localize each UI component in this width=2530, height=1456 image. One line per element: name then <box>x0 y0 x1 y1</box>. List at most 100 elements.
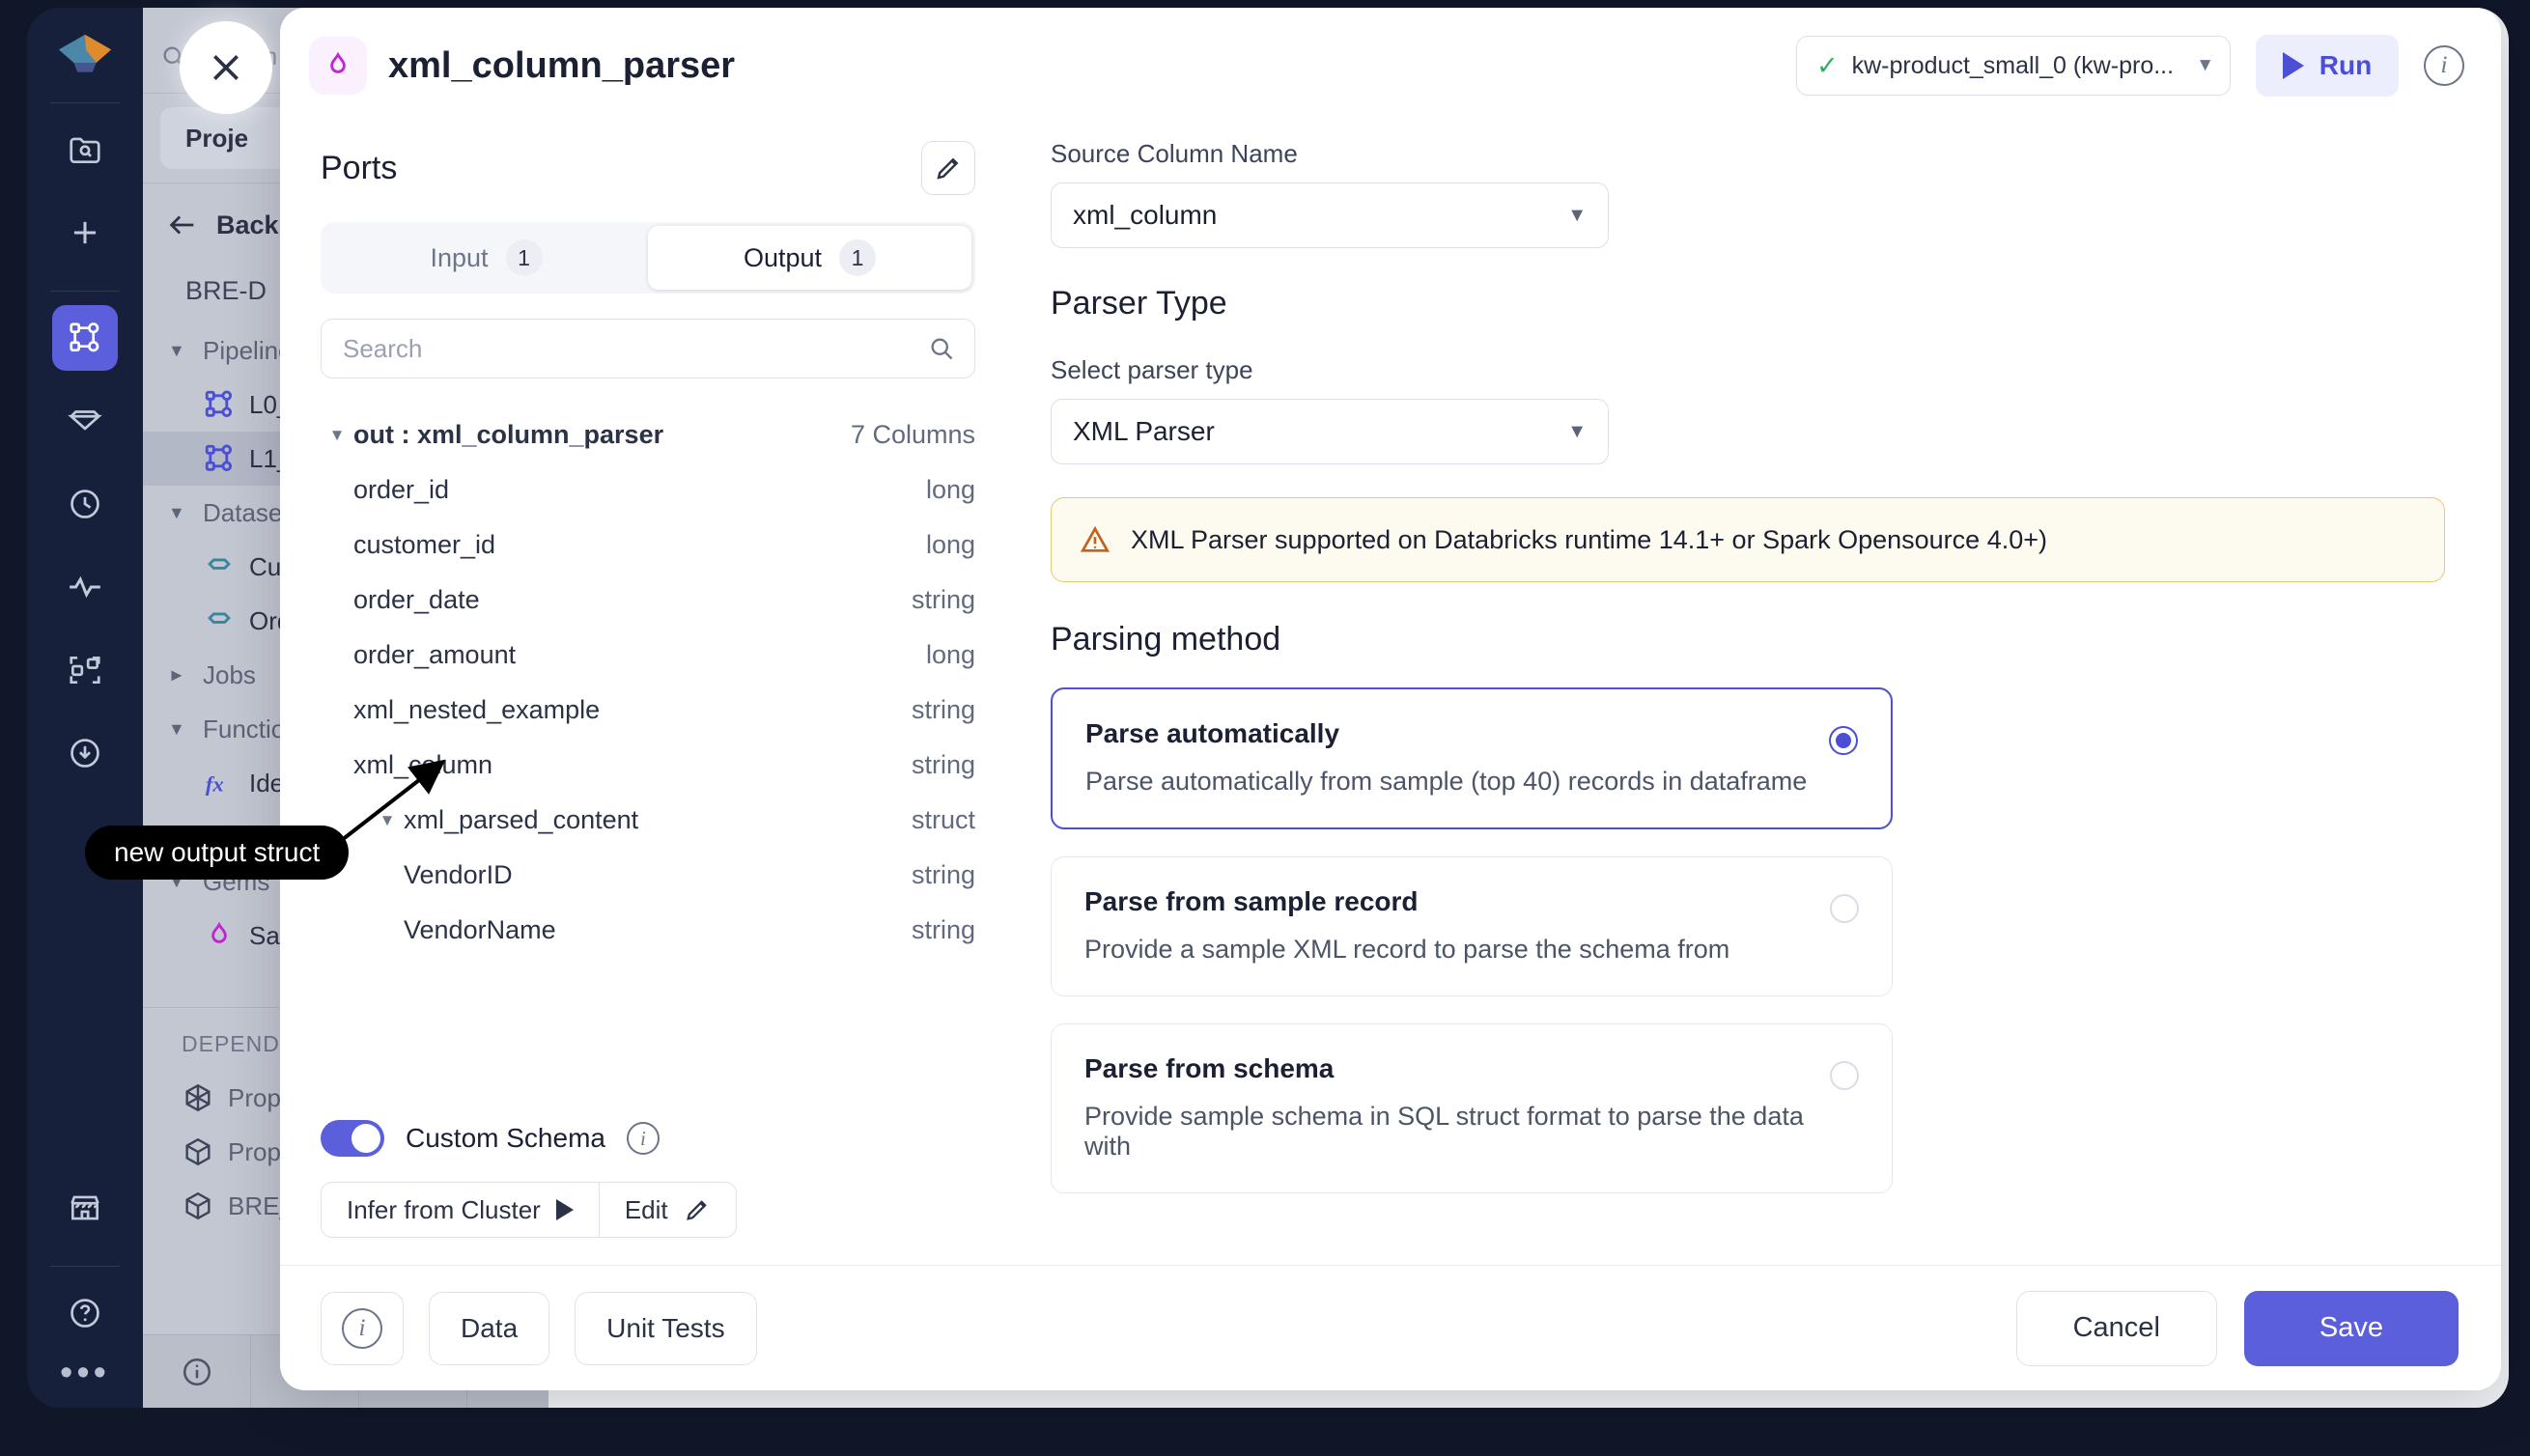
table-row[interactable]: customer_id long <box>321 518 975 573</box>
parsing-method-heading: Parsing method <box>1051 621 1281 658</box>
ports-search[interactable] <box>321 319 975 378</box>
option-parse-from-sample-record[interactable]: Parse from sample record Provide a sampl… <box>1051 856 1893 996</box>
sidebar-item-lineage[interactable] <box>52 637 118 703</box>
sidebar-item-search-projects[interactable] <box>52 117 118 182</box>
chevron-right-icon: ► <box>168 664 185 685</box>
rail-divider-bottom <box>50 1266 120 1267</box>
save-button[interactable]: Save <box>2243 1290 2459 1366</box>
close-modal-button[interactable] <box>180 21 272 114</box>
ports-footer: Custom Schema i Infer from Cluster Edit <box>321 1120 975 1265</box>
schema-group-header[interactable]: ▼ out : xml_column_parser 7 Columns <box>321 407 975 462</box>
custom-schema-toggle[interactable] <box>321 1120 384 1157</box>
option-title: Parse from sample record <box>1084 886 1419 916</box>
schema-actions-group: Infer from Cluster Edit <box>321 1182 737 1238</box>
radio-parse-from-schema[interactable] <box>1830 1061 1859 1090</box>
screen-root: ••• Search Proje Back to <box>0 0 2530 1456</box>
gem-pink-icon <box>203 919 236 952</box>
modal-body: Ports Input 1 Output 1 Search ▼ out: xm… <box>280 124 2501 1265</box>
custom-schema-row: Custom Schema i <box>321 1120 975 1157</box>
rail-divider-top <box>50 102 120 103</box>
parser-type-value: XML Parser <box>1073 416 1215 446</box>
data-button[interactable]: Data <box>429 1291 550 1365</box>
info-circle-icon: i <box>342 1307 382 1349</box>
infer-from-cluster-button[interactable]: Infer from Cluster <box>322 1183 599 1237</box>
pencil-icon <box>937 157 959 180</box>
info-circle-icon[interactable] <box>143 1335 251 1408</box>
data-button-label: Data <box>461 1312 519 1343</box>
prophecy-logo-icon[interactable] <box>55 25 115 81</box>
pipeline-icon <box>203 442 236 475</box>
column-name: customer_id <box>353 530 496 559</box>
option-parse-automatically[interactable]: Parse automatically Parse automatically … <box>1051 687 1893 829</box>
column-type: struct <box>911 805 975 834</box>
sidebar-item-deploy[interactable] <box>52 720 118 786</box>
sidebar-item-marketplace[interactable] <box>52 1175 118 1241</box>
parser-type-select[interactable]: XML Parser ▼ <box>1051 399 1609 464</box>
settings-panel: Source Column Name xml_column ▼ Parser T… <box>1014 124 2501 1265</box>
dataset-icon <box>203 604 236 637</box>
edit-schema-label: Edit <box>624 1194 668 1224</box>
chevron-down-icon: ▼ <box>1567 204 1587 226</box>
sidebar-item-monitoring[interactable] <box>52 554 118 620</box>
ellipsis-icon[interactable]: ••• <box>60 1355 110 1391</box>
sidebar-item-pipelines[interactable] <box>52 305 118 371</box>
sidebar-item-gems[interactable] <box>52 388 118 454</box>
sidebar-item-create-new[interactable] <box>52 200 118 266</box>
custom-schema-label: Custom Schema <box>406 1123 605 1153</box>
table-row[interactable]: order_date string <box>321 573 975 628</box>
modal-footer: i Data Unit Tests Cancel Save <box>280 1265 2501 1390</box>
column-name: order_id <box>353 475 450 504</box>
table-row[interactable]: xml_nested_example string <box>321 683 975 738</box>
footer-info-button[interactable]: i <box>321 1291 404 1365</box>
tree-section-label: Jobs <box>203 659 256 689</box>
table-row[interactable]: order_amount long <box>321 628 975 683</box>
header-info-icon[interactable]: i <box>2424 45 2464 86</box>
svg-text:fx: fx <box>206 772 224 797</box>
column-type: string <box>911 915 975 944</box>
chevron-down-icon: ▼ <box>328 425 346 444</box>
cube-icon <box>182 1190 214 1222</box>
tab-output[interactable]: Output 1 <box>648 226 971 290</box>
tree-section-label: Dataset <box>203 497 290 527</box>
run-button[interactable]: Run <box>2256 35 2399 97</box>
edit-ports-button[interactable] <box>921 141 975 195</box>
play-icon <box>2282 52 2304 79</box>
fx-icon: fx <box>203 767 236 799</box>
dataset-icon <box>203 550 236 583</box>
cluster-selector[interactable]: ✓ kw-product_small_0 (kw-pro... ▼ <box>1796 36 2231 96</box>
search-icon <box>931 338 953 360</box>
search-input[interactable] <box>341 332 928 365</box>
cancel-button[interactable]: Cancel <box>2015 1290 2217 1366</box>
tab-output-count: 1 <box>839 239 877 276</box>
chevron-down-icon: ▼ <box>2196 55 2214 75</box>
header-actions: ✓ kw-product_small_0 (kw-pro... ▼ Run i <box>1796 35 2464 97</box>
table-row[interactable]: order_id long <box>321 462 975 518</box>
tab-input[interactable]: Input 1 <box>324 226 648 290</box>
radio-parse-automatically[interactable] <box>1829 726 1858 755</box>
chevron-down-icon: ▼ <box>168 718 185 739</box>
cube-icon <box>182 1135 214 1168</box>
source-column-select[interactable]: xml_column ▼ <box>1051 182 1609 248</box>
left-icon-rail: ••• <box>27 8 143 1408</box>
project-selector-label: Proje <box>185 123 249 153</box>
warning-text: XML Parser supported on Databricks runti… <box>1131 524 2047 554</box>
option-parse-from-schema[interactable]: Parse from schema Provide sample schema … <box>1051 1023 1893 1193</box>
column-type: long <box>925 640 975 669</box>
gem-config-modal: xml_column_parser ✓ kw-product_small_0 (… <box>280 8 2501 1390</box>
table-row[interactable]: VendorName string <box>321 903 975 958</box>
custom-schema-info-icon[interactable]: i <box>626 1122 660 1155</box>
tree-root-label: BRE-D <box>185 276 267 305</box>
sidebar-item-help[interactable] <box>52 1280 118 1346</box>
column-type: long <box>925 530 975 559</box>
schema-group-label: out : xml_column_parser <box>353 420 664 449</box>
radio-parse-from-sample-record[interactable] <box>1830 894 1859 923</box>
ports-panel: Ports Input 1 Output 1 Search ▼ out: xm… <box>280 124 1014 1265</box>
column-type: string <box>911 750 975 779</box>
footer-primary-actions: Cancel Save <box>2015 1290 2459 1366</box>
sidebar-item-history[interactable] <box>52 471 118 537</box>
ports-tabs: Input 1 Output 1 <box>321 222 975 294</box>
unit-tests-button[interactable]: Unit Tests <box>575 1291 757 1365</box>
edit-schema-button[interactable]: Edit <box>598 1183 736 1237</box>
option-description: Provide sample schema in SQL struct form… <box>1084 1102 1804 1161</box>
save-button-label: Save <box>2319 1312 2383 1343</box>
